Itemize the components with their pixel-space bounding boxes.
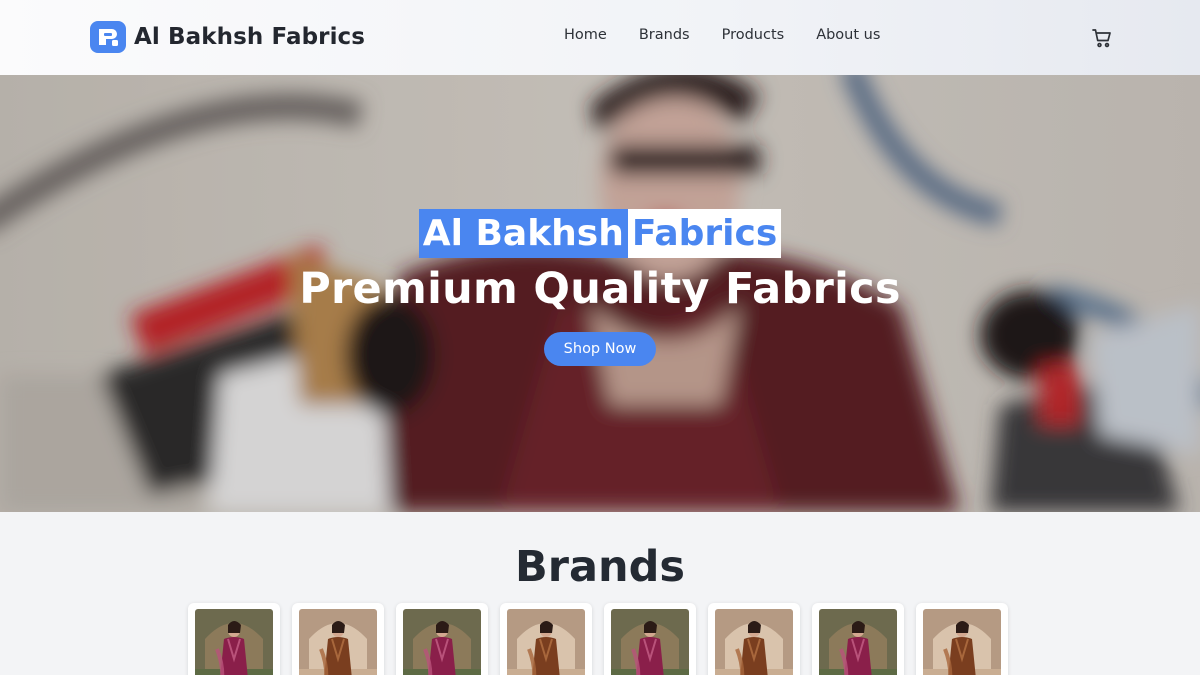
brand-card[interactable] bbox=[292, 603, 384, 675]
hero-content: Al Bakhsh Fabrics Premium Quality Fabrics… bbox=[0, 209, 1200, 366]
brand-thumbnail-image bbox=[819, 609, 897, 675]
brand-thumbnail-image bbox=[715, 609, 793, 675]
hero-title: Al Bakhsh Fabrics bbox=[0, 209, 1200, 258]
cart-icon[interactable] bbox=[1090, 26, 1114, 50]
nav-about-us[interactable]: About us bbox=[800, 27, 896, 43]
brand-thumbnail-image bbox=[403, 609, 481, 675]
hero-title-highlight-brand: Al Bakhsh bbox=[418, 209, 628, 258]
main-nav: Home Brands Products About us bbox=[548, 27, 896, 43]
brand-thumbnail-image bbox=[611, 609, 689, 675]
nav-home[interactable]: Home bbox=[548, 27, 623, 43]
brand-logo-link[interactable]: Al Bakhsh Fabrics bbox=[90, 21, 365, 53]
brand-name: Al Bakhsh Fabrics bbox=[134, 24, 366, 50]
hero-banner: Al Bakhsh Fabrics Premium Quality Fabrics… bbox=[0, 75, 1200, 512]
hero-subtitle: Premium Quality Fabrics bbox=[299, 264, 901, 314]
brand-thumbnail-image bbox=[195, 609, 273, 675]
nav-brands[interactable]: Brands bbox=[623, 27, 706, 43]
brand-card[interactable] bbox=[812, 603, 904, 675]
brand-cards-row bbox=[188, 603, 1008, 675]
brand-card[interactable] bbox=[188, 603, 280, 675]
brand-thumbnail-image bbox=[923, 609, 1001, 675]
nav-products[interactable]: Products bbox=[706, 27, 801, 43]
brand-thumbnail-image bbox=[299, 609, 377, 675]
brands-heading: Brands bbox=[515, 542, 685, 592]
navbar: Al Bakhsh Fabrics Home Brands Products A… bbox=[0, 0, 1200, 75]
logo-icon bbox=[90, 21, 126, 53]
brand-card[interactable] bbox=[396, 603, 488, 675]
brand-card[interactable] bbox=[604, 603, 696, 675]
hero-title-highlight-fabrics: Fabrics bbox=[627, 209, 782, 258]
brand-card[interactable] bbox=[708, 603, 800, 675]
brand-card[interactable] bbox=[916, 603, 1008, 675]
brands-section: Brands bbox=[0, 512, 1200, 675]
brand-thumbnail-image bbox=[507, 609, 585, 675]
shop-now-button[interactable]: Shop Now bbox=[544, 332, 656, 366]
brand-card[interactable] bbox=[500, 603, 592, 675]
